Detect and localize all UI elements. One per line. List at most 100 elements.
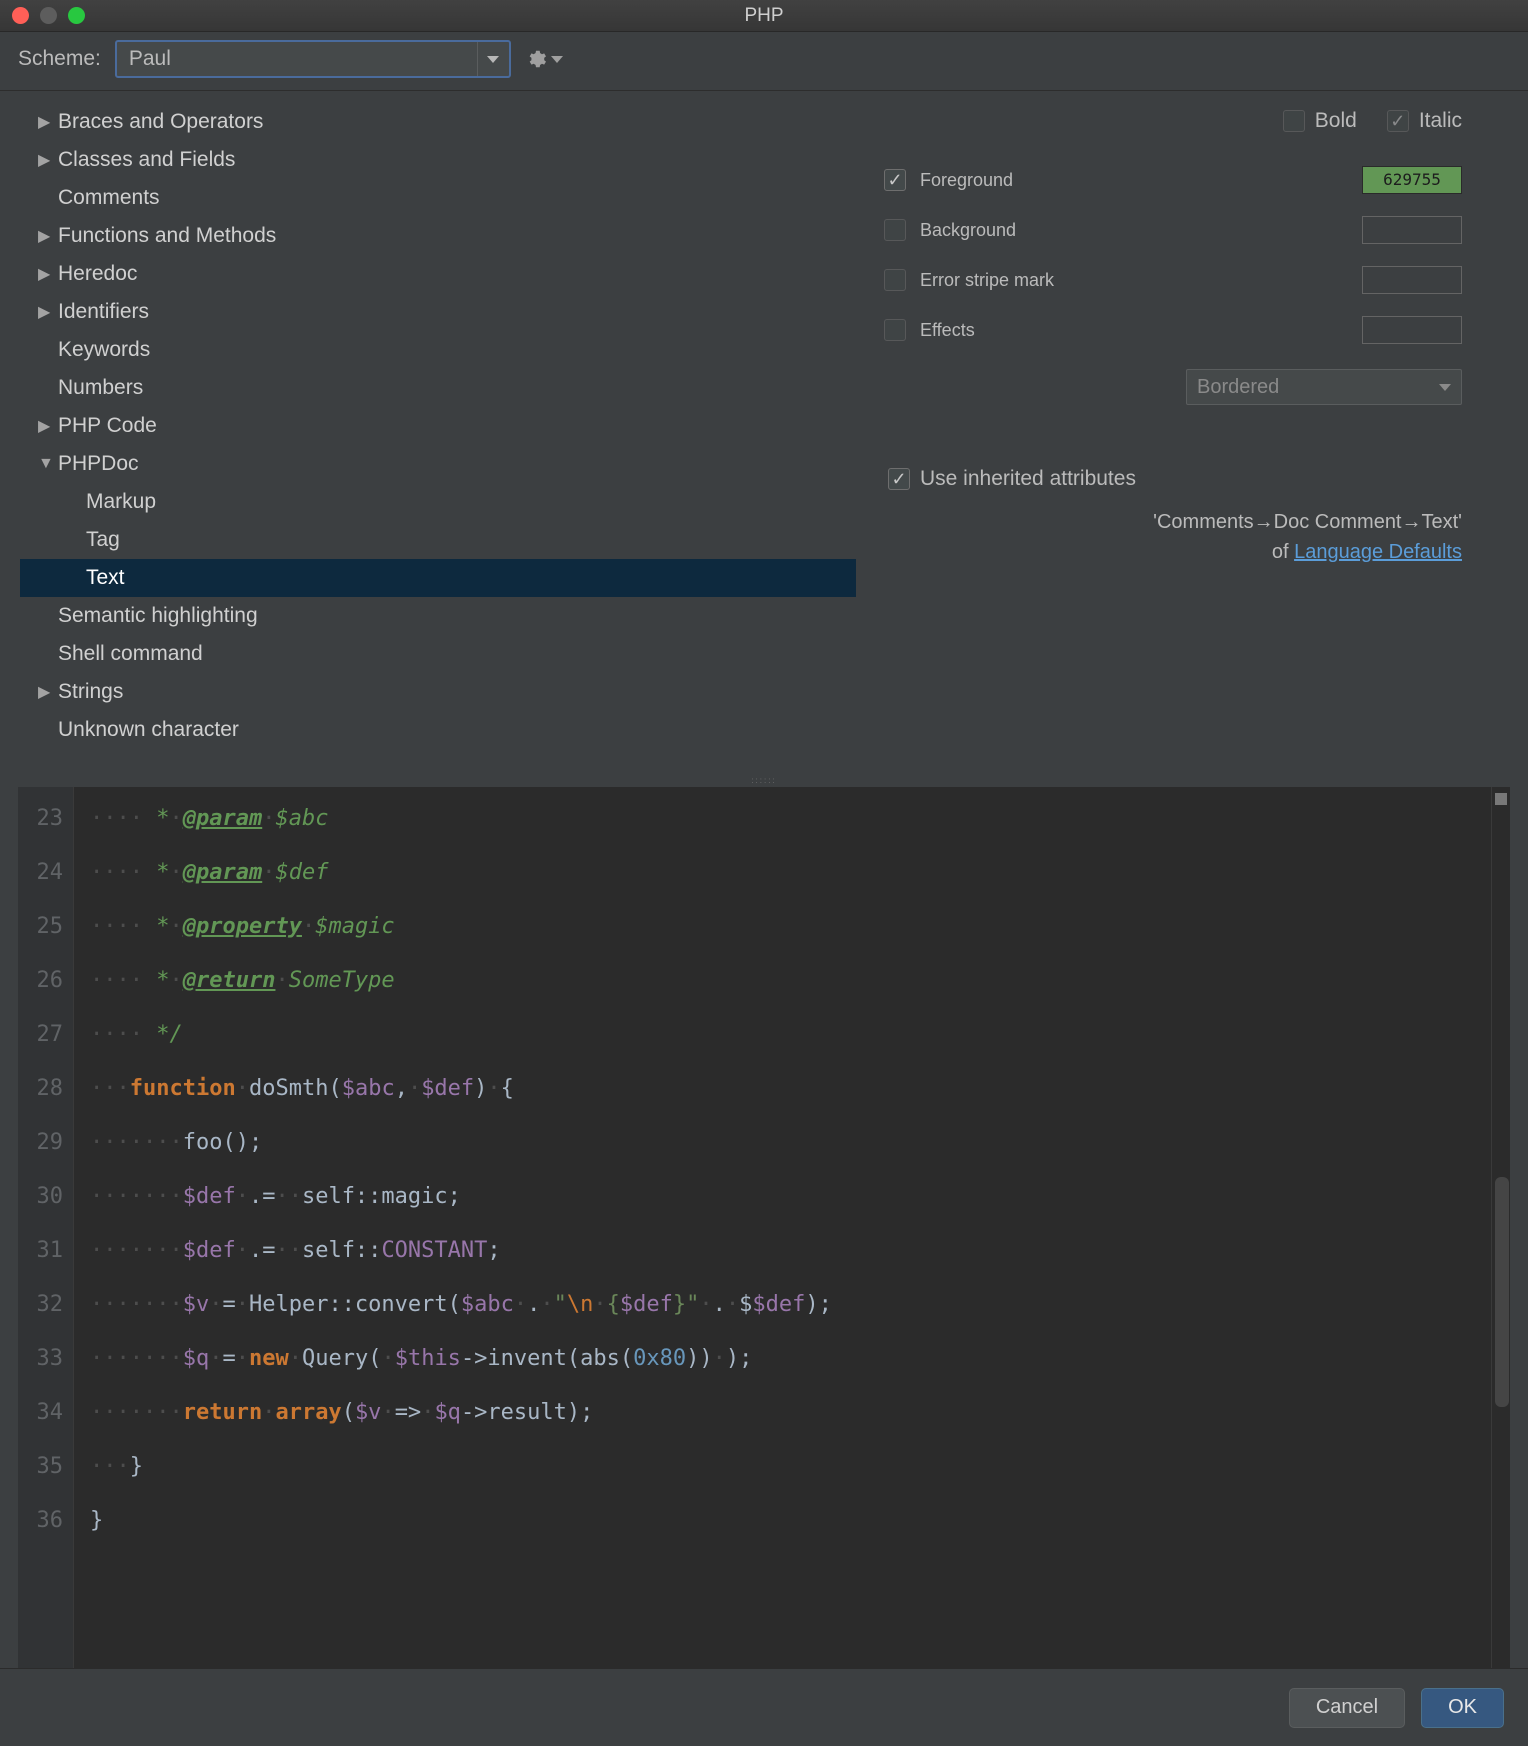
gutter: 2324252627282930313233343536 bbox=[18, 787, 74, 1668]
divider bbox=[0, 90, 1528, 91]
tree-item-phpdoc[interactable]: ▼PHPDoc bbox=[20, 445, 856, 483]
italic-checkbox[interactable] bbox=[1387, 110, 1409, 132]
error-stripe[interactable] bbox=[1492, 787, 1510, 1668]
line-number: 26 bbox=[18, 953, 73, 1007]
tree-item-keywords[interactable]: Keywords bbox=[20, 331, 856, 369]
tree-item-label: Identifiers bbox=[58, 300, 149, 324]
cancel-button[interactable]: Cancel bbox=[1289, 1688, 1405, 1728]
tree-item-tag[interactable]: Tag bbox=[20, 521, 856, 559]
tree-item-label: Shell command bbox=[58, 642, 203, 666]
tree-item-label: Braces and Operators bbox=[58, 110, 263, 134]
inherit-link[interactable]: Language Defaults bbox=[1294, 541, 1462, 563]
code-line: ···· *·@param·$def bbox=[90, 845, 1475, 899]
line-number: 25 bbox=[18, 899, 73, 953]
effects-type-combo[interactable]: Bordered bbox=[1186, 369, 1462, 405]
errorstripe-checkbox[interactable] bbox=[884, 269, 906, 291]
chevron-right-icon: ▶ bbox=[38, 302, 58, 322]
tree-item-numbers[interactable]: Numbers bbox=[20, 369, 856, 407]
line-number: 23 bbox=[18, 791, 73, 845]
code-line: ·······$def·.=··self::CONSTANT; bbox=[90, 1223, 1475, 1277]
dialog-footer: Cancel OK bbox=[0, 1668, 1528, 1746]
tree-item-label: Keywords bbox=[58, 338, 150, 362]
scheme-combo[interactable] bbox=[115, 40, 511, 78]
code-line: } bbox=[90, 1493, 1475, 1547]
tree-item-text[interactable]: Text bbox=[20, 559, 856, 597]
line-number: 36 bbox=[18, 1493, 73, 1547]
scheme-actions-button[interactable] bbox=[525, 48, 563, 70]
line-number: 29 bbox=[18, 1115, 73, 1169]
chevron-right-icon: ▶ bbox=[38, 682, 58, 702]
bold-label: Bold bbox=[1315, 109, 1357, 133]
tree-item-label: Comments bbox=[58, 186, 160, 210]
scheme-dropdown-button[interactable] bbox=[477, 42, 509, 76]
tree-item-label: Strings bbox=[58, 680, 123, 704]
chevron-right-icon: ▶ bbox=[38, 150, 58, 170]
tree-item-unknown-character[interactable]: Unknown character bbox=[20, 711, 856, 749]
minimize-window-icon bbox=[40, 7, 57, 24]
chevron-down-icon bbox=[487, 56, 499, 63]
gear-icon bbox=[525, 48, 547, 70]
foreground-label: Foreground bbox=[920, 170, 1013, 191]
errorstripe-color-swatch[interactable] bbox=[1362, 266, 1462, 294]
tree-item-comments[interactable]: Comments bbox=[20, 179, 856, 217]
tree-item-classes-and-fields[interactable]: ▶Classes and Fields bbox=[20, 141, 856, 179]
effects-checkbox[interactable] bbox=[884, 319, 906, 341]
window-title: PHP bbox=[744, 5, 783, 27]
inherit-checkbox[interactable] bbox=[888, 468, 910, 490]
code-area[interactable]: ···· *·@param·$abc···· *·@param·$def····… bbox=[74, 787, 1491, 1668]
tree-item-functions-and-methods[interactable]: ▶Functions and Methods bbox=[20, 217, 856, 255]
background-label: Background bbox=[920, 220, 1016, 241]
window-controls bbox=[12, 7, 85, 24]
tree-item-label: Text bbox=[86, 566, 125, 590]
chevron-right-icon: ▶ bbox=[38, 264, 58, 284]
tree-item-identifiers[interactable]: ▶Identifiers bbox=[20, 293, 856, 331]
background-color-swatch[interactable] bbox=[1362, 216, 1462, 244]
effects-color-swatch[interactable] bbox=[1362, 316, 1462, 344]
foreground-checkbox[interactable] bbox=[884, 169, 906, 191]
preview-editor: 2324252627282930313233343536 ···· *·@par… bbox=[18, 787, 1510, 1668]
chevron-right-icon: ▶ bbox=[38, 416, 58, 436]
code-line: ·······foo(); bbox=[90, 1115, 1475, 1169]
tree-item-braces-and-operators[interactable]: ▶Braces and Operators bbox=[20, 103, 856, 141]
bold-checkbox[interactable] bbox=[1283, 110, 1305, 132]
italic-label: Italic bbox=[1419, 109, 1462, 133]
scheme-row: Scheme: bbox=[0, 32, 1528, 86]
close-window-icon[interactable] bbox=[12, 7, 29, 24]
background-checkbox[interactable] bbox=[884, 219, 906, 241]
errorstripe-label: Error stripe mark bbox=[920, 270, 1054, 291]
titlebar: PHP bbox=[0, 0, 1528, 32]
ok-button[interactable]: OK bbox=[1421, 1688, 1504, 1728]
scrollbar-thumb[interactable] bbox=[1495, 1177, 1509, 1407]
scheme-input[interactable] bbox=[117, 47, 477, 71]
tree-item-semantic-highlighting[interactable]: Semantic highlighting bbox=[20, 597, 856, 635]
maximize-window-icon[interactable] bbox=[68, 7, 85, 24]
tree-item-label: Classes and Fields bbox=[58, 148, 235, 172]
tree-item-label: Numbers bbox=[58, 376, 143, 400]
foreground-color-swatch[interactable]: 629755 bbox=[1362, 166, 1462, 194]
tree-item-strings[interactable]: ▶Strings bbox=[20, 673, 856, 711]
tree-item-label: Semantic highlighting bbox=[58, 604, 258, 628]
inherit-path-text: 'Comments→Doc Comment→Text' bbox=[1153, 511, 1462, 533]
tree-item-label: Functions and Methods bbox=[58, 224, 276, 248]
inherit-of: of bbox=[1272, 541, 1294, 563]
tree-item-heredoc[interactable]: ▶Heredoc bbox=[20, 255, 856, 293]
code-line: ···· */ bbox=[90, 1007, 1475, 1061]
splitter-handle[interactable]: :::::: bbox=[0, 773, 1528, 787]
attribute-properties: Bold Italic Foreground 629755 Background… bbox=[884, 103, 1508, 773]
inherit-path: 'Comments→Doc Comment→Text' of Language … bbox=[884, 507, 1508, 567]
tree-item-shell-command[interactable]: Shell command bbox=[20, 635, 856, 673]
line-number: 33 bbox=[18, 1331, 73, 1385]
line-number: 32 bbox=[18, 1277, 73, 1331]
code-line: ·······return·array($v·=>·$q->result); bbox=[90, 1385, 1475, 1439]
tree-item-php-code[interactable]: ▶PHP Code bbox=[20, 407, 856, 445]
tree-item-label: PHPDoc bbox=[58, 452, 139, 476]
line-number: 31 bbox=[18, 1223, 73, 1277]
code-line: ···· *·@property·$magic bbox=[90, 899, 1475, 953]
attributes-tree: ▶Braces and Operators▶Classes and Fields… bbox=[20, 103, 856, 773]
tree-item-markup[interactable]: Markup bbox=[20, 483, 856, 521]
code-line: ·······$v·=·Helper::convert($abc·.·"\n·{… bbox=[90, 1277, 1475, 1331]
chevron-right-icon: ▶ bbox=[38, 226, 58, 246]
tree-item-label: Tag bbox=[86, 528, 120, 552]
code-line: ···· *·@return·SomeType bbox=[90, 953, 1475, 1007]
scheme-label: Scheme: bbox=[18, 47, 101, 71]
